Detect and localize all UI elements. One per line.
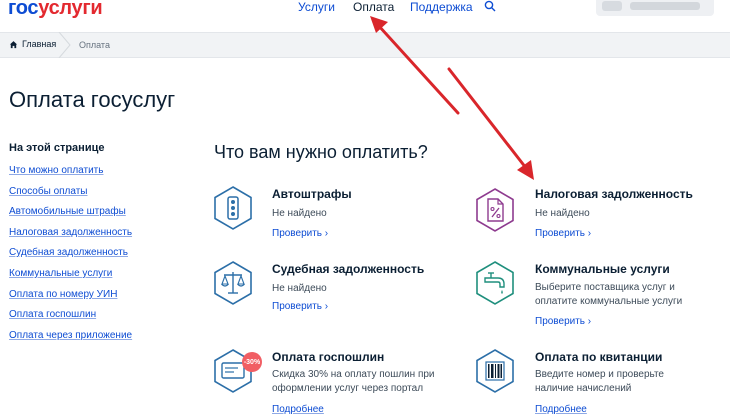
check-court-debt-link[interactable]: Проверить › [272, 300, 328, 314]
header: госуслуги Услуги Оплата Поддержка [0, 0, 730, 22]
service-title-utilities: Коммунальные услуги [535, 262, 670, 276]
service-desc-utilities-line1: Выберите поставщика услуг и [535, 282, 675, 293]
check-tax-debt-link[interactable]: Проверить › [535, 227, 591, 241]
service-status-car-fines: Не найдено [272, 208, 327, 219]
service-status-tax-debt: Не найдено [535, 208, 590, 219]
user-name-blurred [630, 2, 700, 10]
search-icon[interactable] [484, 0, 496, 12]
avatar [602, 1, 622, 11]
sidebar-link-app-payment[interactable]: Оплата через приложение [9, 330, 132, 341]
service-title-receipt-payment: Оплата по квитанции [535, 350, 663, 364]
gosuslugi-logo[interactable]: госуслуги [8, 0, 103, 20]
receipt-details-link[interactable]: Подробнее [535, 403, 587, 417]
service-title-court-debt: Судебная задолженность [272, 262, 425, 276]
annotation-arrowhead-tax [517, 160, 534, 180]
service-desc-state-fees-line2: оформлении услуг через портал [272, 383, 424, 394]
annotation-arrow-to-tax [447, 67, 528, 170]
service-desc-receipt-line1: Введите номер и проверьте [535, 369, 664, 380]
sidebar-link-uin-payment[interactable]: Оплата по номеру УИН [9, 289, 117, 300]
breadcrumb-home[interactable]: Главная [9, 39, 56, 49]
service-desc-receipt-line2: наличие начислений [535, 383, 632, 394]
breadcrumb-current: Оплата [79, 40, 110, 50]
service-desc-state-fees-line1: Скидка 30% на оплату пошлин при [272, 369, 435, 380]
tax-document-icon [476, 188, 514, 232]
main-question-heading: Что вам нужно оплатить? [214, 142, 428, 162]
page-title: Оплата госуслуг [9, 87, 176, 112]
user-profile-blurred[interactable] [596, 0, 714, 16]
sidebar-link-tax-debt[interactable]: Налоговая задолженность [9, 227, 132, 238]
breadcrumb: Главная Оплата [0, 32, 730, 58]
link-label: Проверить [535, 316, 586, 327]
nav-services[interactable]: Услуги [298, 0, 335, 14]
sidebar-title: На этой странице [9, 142, 105, 154]
service-status-court-debt: Не найдено [272, 283, 327, 294]
traffic-light-icon [214, 186, 252, 230]
sidebar-link-payment-methods[interactable]: Способы оплаты [9, 186, 88, 197]
water-tap-icon [476, 261, 514, 305]
link-label: Проверить [272, 301, 323, 312]
state-fees-details-link[interactable]: Подробнее [272, 403, 324, 417]
breadcrumb-home-label: Главная [22, 39, 57, 49]
home-icon [9, 40, 18, 48]
discount-badge: -30% [242, 352, 262, 372]
logo-part-gos: гос [8, 0, 39, 19]
service-title-car-fines: Автоштрафы [272, 187, 352, 201]
scales-icon [214, 261, 252, 305]
sidebar-link-utilities[interactable]: Коммунальные услуги [9, 268, 112, 279]
check-car-fines-link[interactable]: Проверить › [272, 227, 328, 241]
service-title-state-fees: Оплата госпошлин [272, 350, 385, 364]
sidebar-link-state-fees[interactable]: Оплата госпошлин [9, 309, 96, 320]
nav-payment[interactable]: Оплата [353, 0, 394, 14]
breadcrumb-separator-icon [58, 32, 71, 58]
sidebar-link-car-fines[interactable]: Автомобильные штрафы [9, 206, 126, 217]
link-label: Проверить [272, 228, 323, 239]
check-utilities-link[interactable]: Проверить › [535, 315, 591, 329]
link-label: Проверить [535, 228, 586, 239]
service-desc-utilities-line2: оплатите коммунальные услуги [535, 296, 683, 307]
logo-part-uslugi: услуги [38, 0, 103, 19]
sidebar-link-court-debt[interactable]: Судебная задолженность [9, 247, 128, 258]
service-title-tax-debt: Налоговая задолженность [535, 187, 693, 201]
sidebar-link-what-to-pay[interactable]: Что можно оплатить [9, 165, 103, 176]
barcode-icon [476, 349, 514, 393]
nav-support[interactable]: Поддержка [410, 0, 473, 14]
